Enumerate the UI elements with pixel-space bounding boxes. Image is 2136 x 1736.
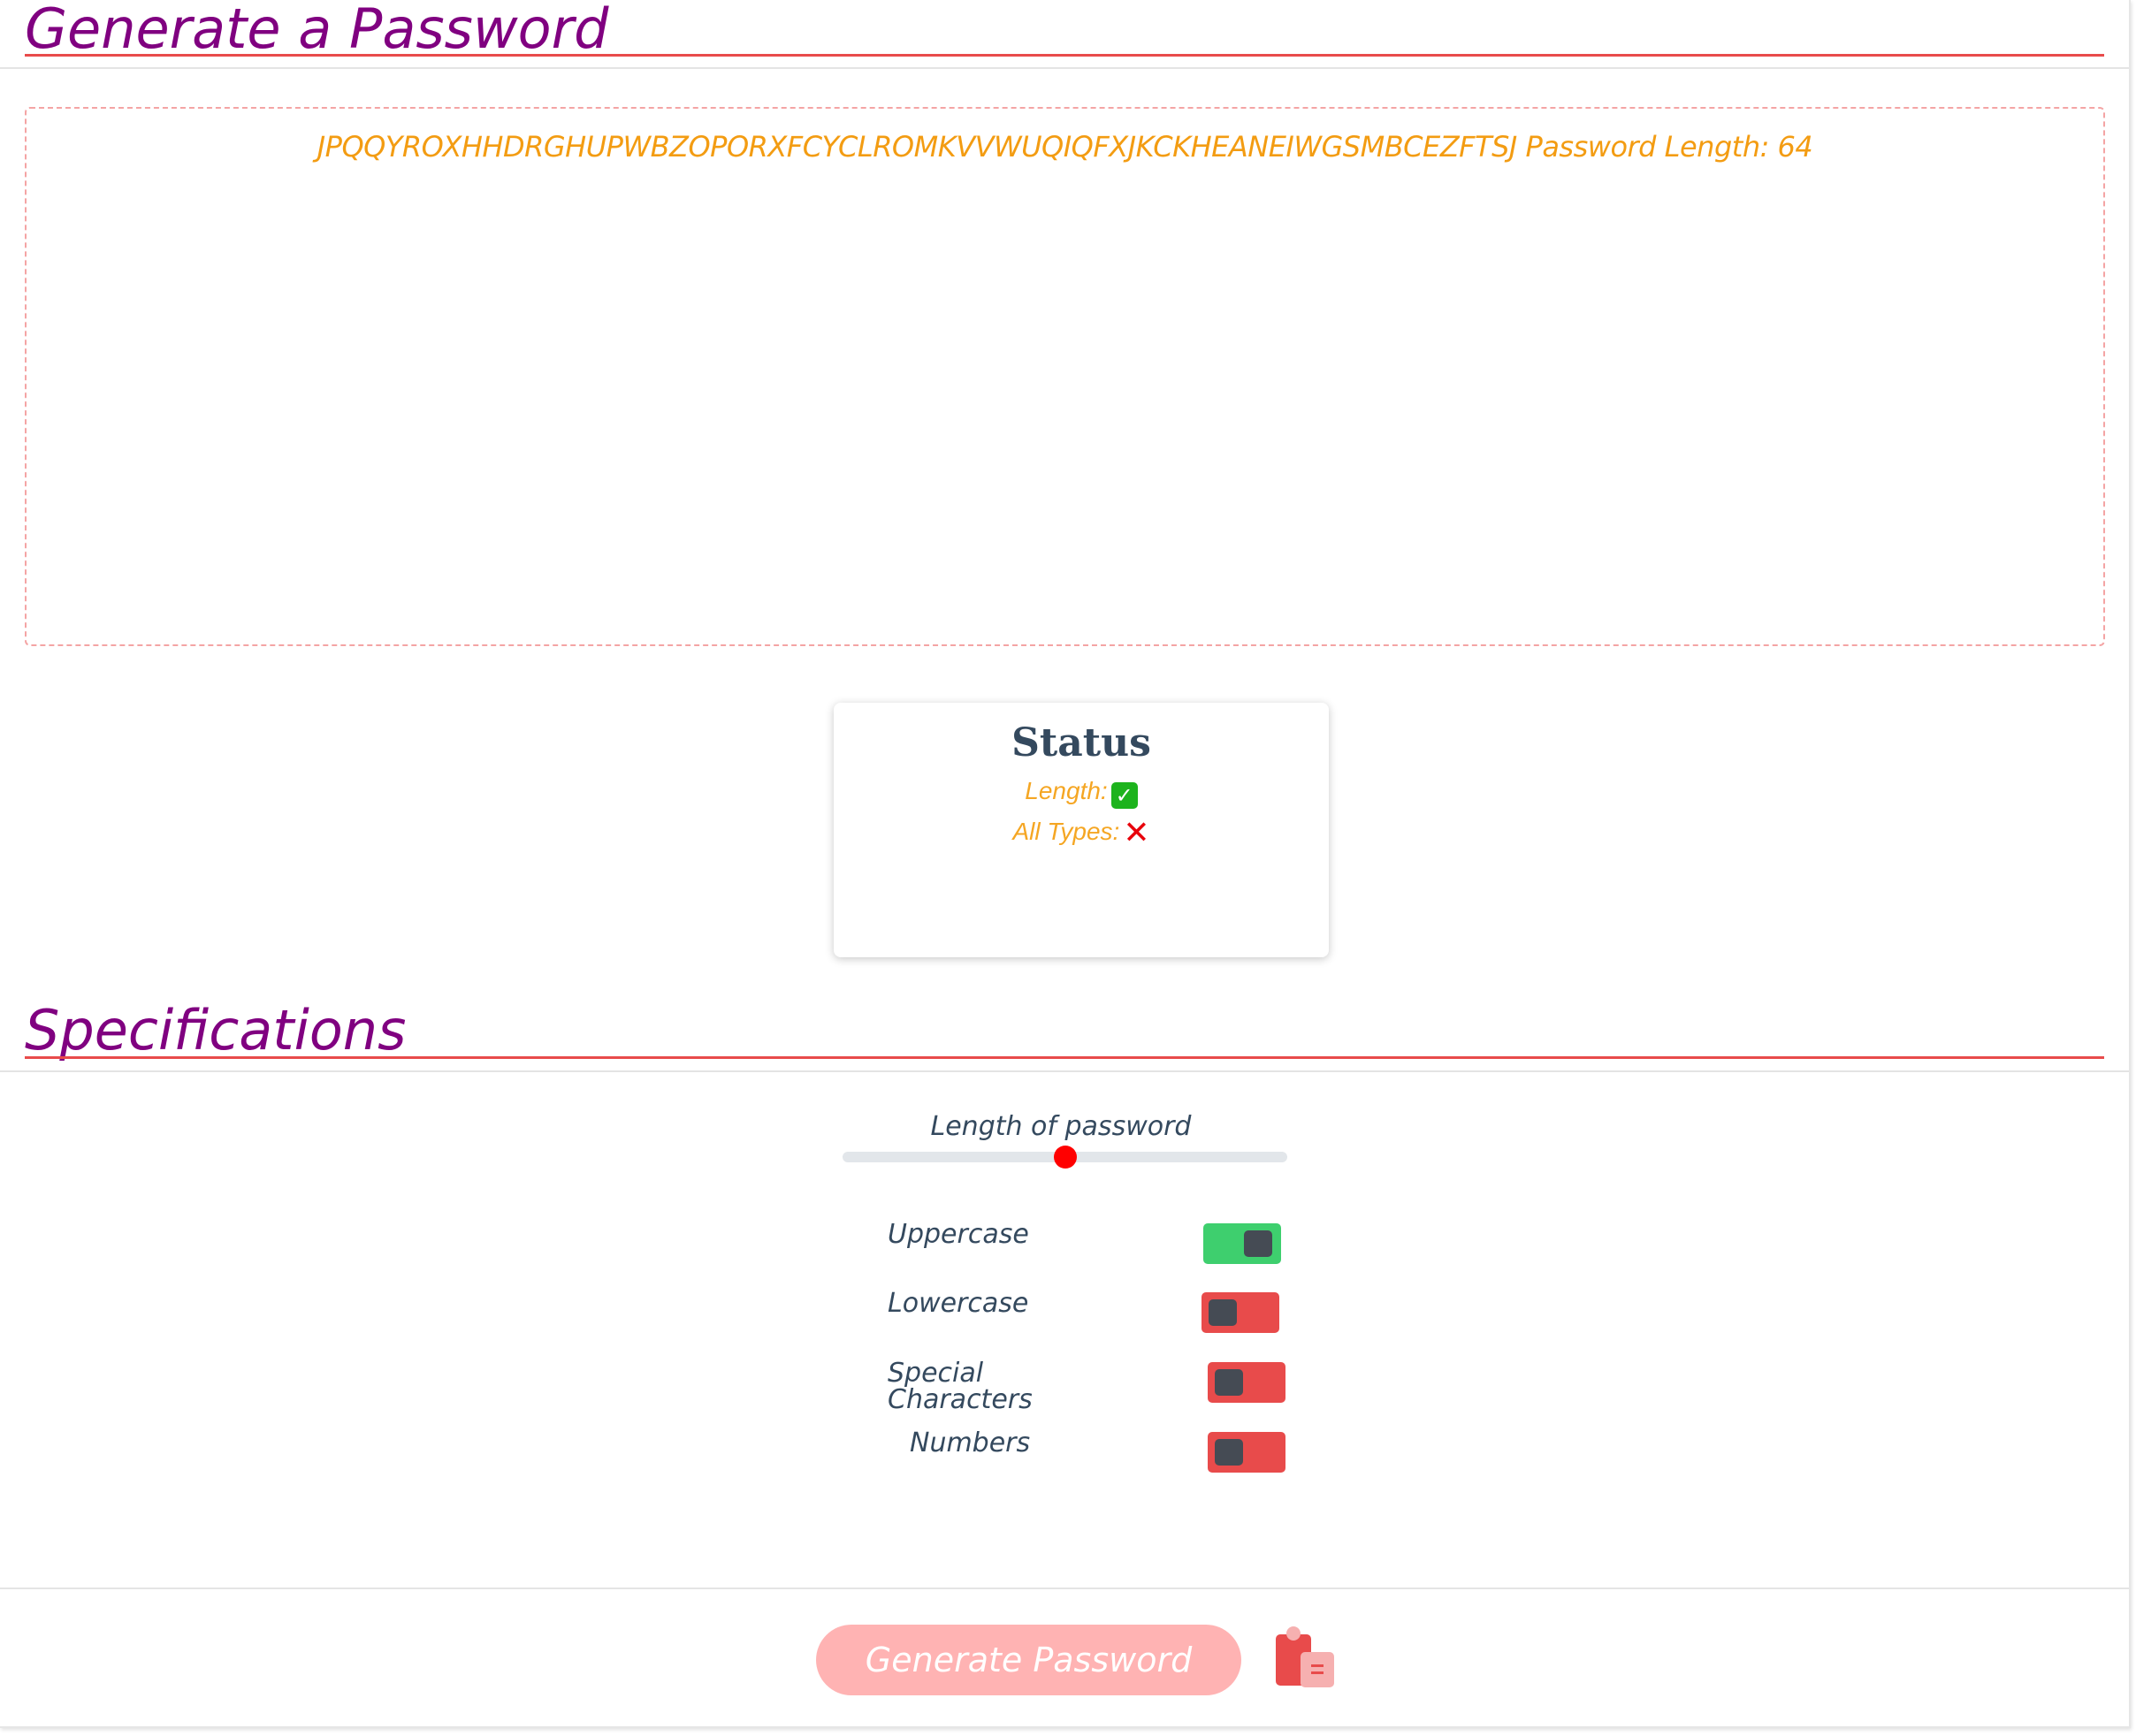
footer-divider xyxy=(0,1588,2129,1589)
numbers-toggle[interactable] xyxy=(1208,1432,1285,1473)
option-label-lowercase: Lowercase xyxy=(888,1288,1029,1319)
status-title: Status xyxy=(1011,720,1151,765)
password-length-label: Password Length: 64 xyxy=(1525,130,1813,164)
status-length-label: Length: xyxy=(1025,777,1108,804)
uppercase-toggle[interactable] xyxy=(1203,1223,1281,1264)
specifications-underline xyxy=(25,1056,2104,1059)
special-characters-toggle[interactable] xyxy=(1208,1362,1285,1403)
generated-password: JPQQYROXHHDRGHUPWBZOPORXFCYCLROMKVVWUQIQ… xyxy=(317,130,1518,164)
option-label-special-characters: Special Characters xyxy=(888,1358,1033,1415)
length-slider-label: Length of password xyxy=(930,1111,1192,1142)
title-underline xyxy=(25,54,2104,57)
specifications-title: Specifications xyxy=(25,998,407,1062)
toggle-knob xyxy=(1215,1439,1243,1466)
password-generator-card: Generate a Password JPQQYROXHHDRGHUPWBZO… xyxy=(0,0,2131,1728)
toggle-knob xyxy=(1215,1369,1243,1396)
status-all-types-label: All Types: xyxy=(1012,818,1120,845)
password-output-area[interactable]: JPQQYROXHHDRGHUPWBZOPORXFCYCLROMKVVWUQIQ… xyxy=(25,107,2105,646)
option-label-numbers: Numbers xyxy=(910,1428,1031,1458)
cross-icon: ✕ xyxy=(1123,815,1150,851)
clipboard-icon[interactable] xyxy=(1274,1626,1339,1691)
header-divider xyxy=(0,67,2129,69)
option-label-uppercase: Uppercase xyxy=(888,1219,1029,1250)
lowercase-toggle[interactable] xyxy=(1202,1292,1279,1333)
toggle-knob xyxy=(1244,1230,1272,1257)
password-output-text: JPQQYROXHHDRGHUPWBZOPORXFCYCLROMKVVWUQIQ… xyxy=(27,130,2103,164)
length-slider-thumb[interactable] xyxy=(1053,1146,1077,1169)
status-length-row: Length: ✓ xyxy=(834,777,1329,809)
status-all-types-row: All Types: ✕ xyxy=(834,818,1329,849)
generate-password-button[interactable]: Generate Password xyxy=(816,1625,1241,1695)
specifications-divider xyxy=(0,1070,2129,1072)
page-title: Generate a Password xyxy=(25,0,609,61)
status-card: Status Length: ✓ All Types: ✕ xyxy=(834,703,1329,957)
check-icon: ✓ xyxy=(1110,782,1138,809)
toggle-knob xyxy=(1209,1299,1237,1326)
